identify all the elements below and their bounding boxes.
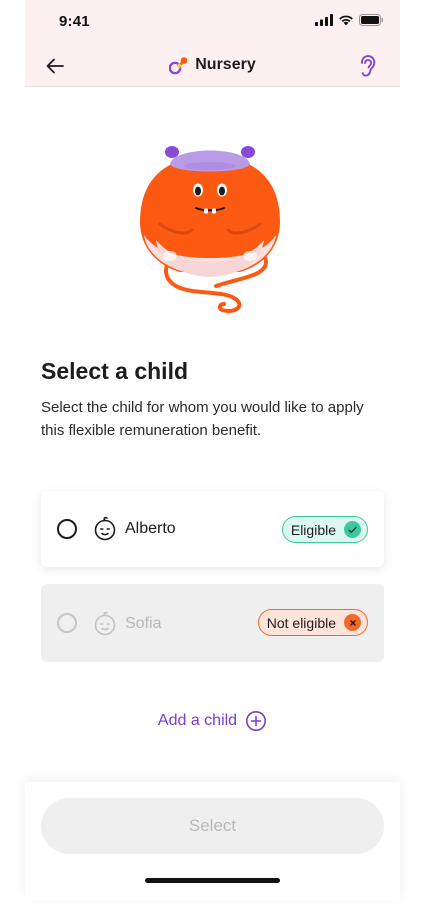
wifi-icon xyxy=(339,15,353,26)
status-bar: 9:41 xyxy=(25,0,400,44)
section-heading: Select a child xyxy=(41,358,189,384)
plus-circle-icon xyxy=(246,711,267,731)
accessibility-button[interactable] xyxy=(356,53,380,79)
check-icon xyxy=(344,521,361,538)
home-indicator xyxy=(145,878,280,883)
baby-face-icon xyxy=(94,611,116,636)
signal-icon xyxy=(315,14,333,26)
nav-title-group: Nursery xyxy=(25,55,400,75)
pacifier-icon xyxy=(169,57,188,75)
baby-mascot-illustration xyxy=(140,146,280,313)
ear-icon xyxy=(361,55,376,77)
add-child-label: Add a child xyxy=(157,712,238,729)
select-button[interactable]: Select xyxy=(41,798,384,854)
status-badge: Not eligible xyxy=(257,609,368,636)
navigation-bar: Nursery xyxy=(25,44,400,87)
status-icons xyxy=(315,14,384,26)
close-icon xyxy=(344,614,361,631)
child-name: Alberto xyxy=(125,520,176,537)
header: 9:41 Nursery xyxy=(25,0,400,87)
status-time: 9:41 xyxy=(59,13,90,30)
battery-icon xyxy=(359,14,384,26)
page-title: Nursery xyxy=(195,56,256,73)
section-description: Select the child for whom you would like… xyxy=(41,399,364,439)
radio-button-disabled xyxy=(57,613,77,633)
child-name: Sofia xyxy=(125,615,162,632)
child-option-sofia: Sofia Not eligible xyxy=(41,584,384,662)
app-screen: 9:41 Nursery Select a child Select the c… xyxy=(25,0,400,900)
status-badge-label: Not eligible xyxy=(266,614,336,631)
child-option-alberto[interactable]: Alberto Eligible xyxy=(41,491,384,567)
radio-button[interactable] xyxy=(57,519,77,539)
status-badge-label: Eligible xyxy=(290,521,336,538)
baby-face-icon xyxy=(94,516,116,541)
add-child-button[interactable]: Add a child xyxy=(25,710,400,732)
status-badge: Eligible xyxy=(281,516,368,543)
bottom-action-bar: Select xyxy=(25,782,400,900)
